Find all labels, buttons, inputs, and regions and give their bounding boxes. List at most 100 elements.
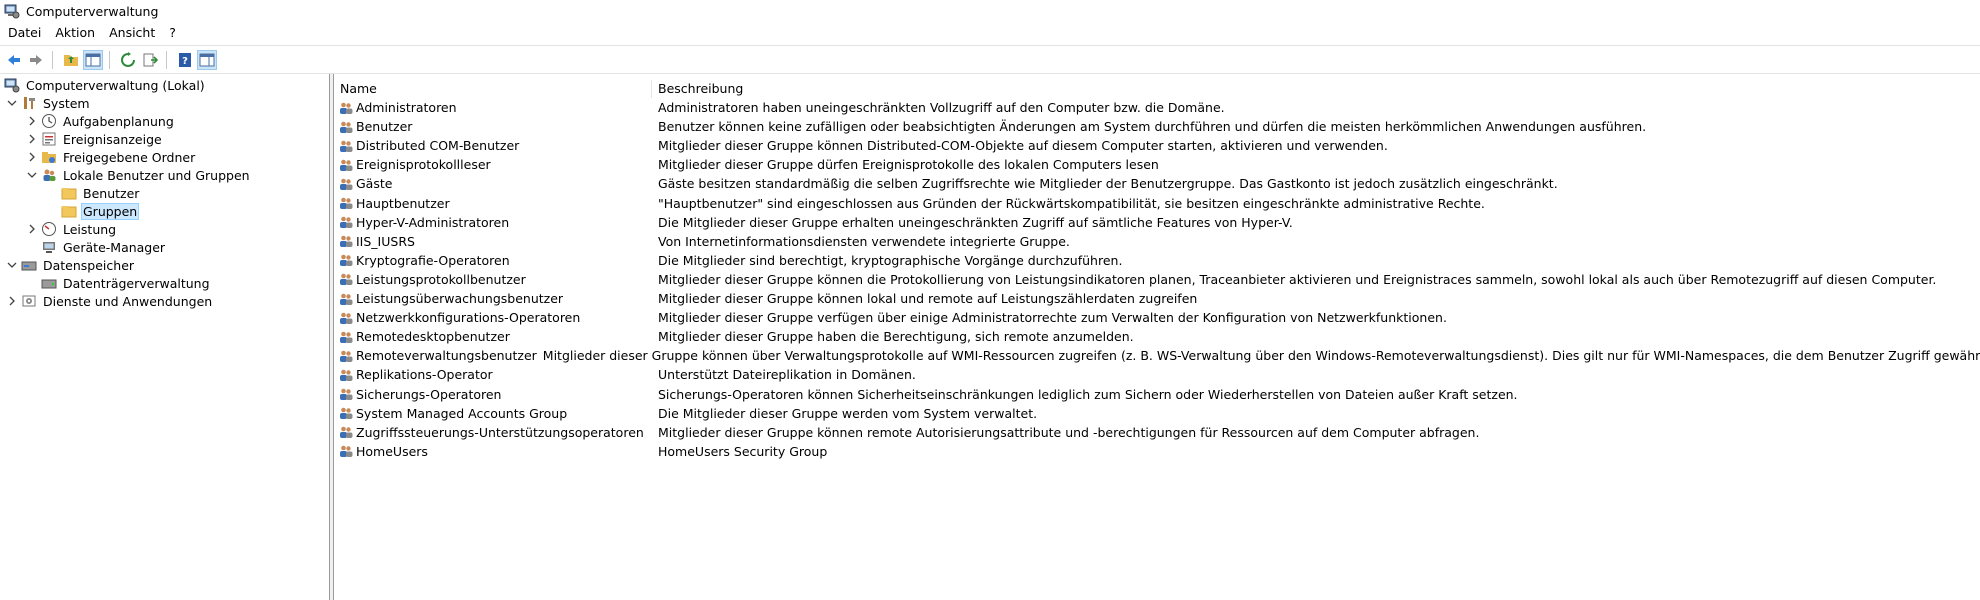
tree-label: Computerverwaltung (Lokal) (26, 77, 205, 93)
toolbar-separator (109, 50, 110, 69)
group-icon (338, 348, 354, 364)
tree-node-gruppen[interactable]: Gruppen (61, 202, 140, 220)
group-description: Mitglieder dieser Gruppe dürfen Ereignis… (658, 157, 1159, 173)
tree-node-leistung[interactable]: Leistung (26, 220, 118, 238)
tree-label: Datenspeicher (43, 257, 135, 273)
menu-ansicht[interactable]: Ansicht (102, 23, 162, 43)
up-folder-icon[interactable] (61, 50, 81, 70)
group-name-cell: Benutzer (334, 119, 652, 135)
group-name: Distributed COM-Benutzer (356, 138, 520, 154)
menu-aktion[interactable]: Aktion (48, 23, 102, 43)
list-item[interactable]: System Managed Accounts Group Die Mitglie… (334, 404, 1980, 423)
group-description: Administratoren haben uneingeschränkten … (658, 100, 1225, 115)
list-item[interactable]: Leistungsüberwachungsbenutzer Mitglieder … (334, 289, 1980, 308)
group-icon (338, 386, 354, 402)
group-icon (338, 443, 354, 459)
computer-management-icon (4, 77, 20, 93)
tree-node-freigegebene-ordner[interactable]: Freigegebene Ordner (26, 148, 197, 166)
list-item[interactable]: IIS_IUSRS Von Internetinformationsdienste… (334, 232, 1980, 251)
group-name: Administratoren (356, 100, 457, 115)
help-icon[interactable]: ? (175, 50, 195, 70)
tree-node-datenspeicher[interactable]: Datenspeicher (6, 256, 136, 274)
list-item[interactable]: HomeUsers HomeUsers Security Group (334, 442, 1980, 461)
group-description: Mitglieder dieser Gruppe verfügen über e… (658, 310, 1447, 326)
group-icon (338, 157, 354, 173)
chevron-right-icon[interactable] (26, 115, 38, 127)
show-hide-tree-icon[interactable] (83, 49, 103, 70)
group-name-cell: Leistungsüberwachungsbenutzer (334, 291, 652, 307)
tree-label: Gruppen (81, 202, 140, 220)
group-name-cell: IIS_IUSRS (334, 233, 652, 249)
group-icon (338, 233, 354, 249)
refresh-icon[interactable] (118, 50, 138, 70)
group-name: Leistungsüberwachungsbenutzer (356, 291, 564, 306)
tree-node-lokale-benutzer[interactable]: Lokale Benutzer und Gruppen (26, 166, 252, 184)
chevron-right-icon[interactable] (26, 151, 38, 163)
list-item[interactable]: Sicherungs-Operatoren Sicherungs-Operator… (334, 385, 1980, 404)
tree-node-datentraegerverwaltung[interactable]: Datenträgerverwaltung (41, 274, 212, 292)
list-item[interactable]: Ereignisprotokollleser Mitglieder dieser … (334, 155, 1980, 174)
chevron-down-icon[interactable] (6, 259, 18, 271)
services-icon (21, 293, 37, 309)
list-item[interactable]: Hauptbenutzer "Hauptbenutzer" sind einges… (334, 194, 1980, 213)
column-header-description[interactable]: Beschreibung (652, 80, 1952, 98)
group-name: Netzwerkkonfigurations-Operatoren (356, 310, 581, 326)
group-name: Leistungsprotokollbenutzer (356, 271, 526, 287)
chevron-right-icon[interactable] (6, 295, 18, 307)
tree-label: System (43, 95, 90, 111)
group-name: Hyper-V-Administratoren (356, 214, 510, 230)
list-item[interactable]: Benutzer Benutzer können keine zufälligen… (334, 117, 1980, 136)
group-description: Mitglieder dieser Gruppe können lokal un… (658, 291, 1198, 306)
group-name-cell: Netzwerkkonfigurations-Operatoren (334, 310, 652, 326)
group-name-cell: Ereignisprotokollleser (334, 157, 652, 173)
tree-node-root[interactable]: Computerverwaltung (Lokal) (4, 76, 207, 94)
tree-label: Datenträgerverwaltung (63, 275, 210, 291)
show-hide-action-pane-icon[interactable] (197, 49, 217, 70)
group-name: Hauptbenutzer (356, 195, 450, 211)
console-tree: Computerverwaltung (Lokal) System Aufgab… (0, 74, 330, 600)
column-header-name[interactable]: Name (334, 80, 652, 98)
group-name: Remotedesktopbenutzer (356, 329, 510, 345)
list-item[interactable]: Remoteverwaltungsbenutzer Mitglieder dies… (334, 346, 1980, 365)
tree-node-dienste[interactable]: Dienste und Anwendungen (6, 292, 214, 310)
list-item[interactable]: Leistungsprotokollbenutzer Mitglieder die… (334, 270, 1980, 289)
menu-datei[interactable]: Datei (0, 23, 48, 43)
list-item[interactable]: Remotedesktopbenutzer Mitglieder dieser G… (334, 327, 1980, 346)
tree-node-system[interactable]: System (6, 94, 92, 112)
list-item[interactable]: Kryptografie-Operatoren Die Mitglieder si… (334, 251, 1980, 270)
tree-node-ereignisanzeige[interactable]: Ereignisanzeige (26, 130, 164, 148)
group-description: Die Mitglieder dieser Gruppe werden vom … (658, 405, 1038, 421)
group-name-cell: HomeUsers (334, 443, 652, 459)
chevron-right-icon[interactable] (26, 223, 38, 235)
tree-node-geraete-manager[interactable]: Geräte-Manager (41, 238, 167, 256)
export-list-icon[interactable] (140, 50, 160, 70)
group-description: Unterstützt Dateireplikation in Domänen. (658, 367, 916, 383)
forward-icon[interactable] (26, 50, 46, 70)
menu-help[interactable]: ? (162, 23, 183, 43)
chevron-down-icon[interactable] (26, 169, 38, 181)
tree-label: Aufgabenplanung (63, 113, 174, 129)
list-item[interactable]: Zugriffssteuerungs-Unterstützungsoperato… (334, 423, 1980, 442)
title-bar: Computerverwaltung (0, 0, 1980, 22)
computer-management-icon (4, 3, 20, 19)
group-description: Sicherungs-Operatoren können Sicherheits… (658, 386, 1518, 402)
list-item[interactable]: Replikations-Operator Unterstützt Dateire… (334, 365, 1980, 384)
group-icon (338, 424, 354, 440)
tree-label: Geräte-Manager (63, 239, 166, 255)
tree-label: Benutzer (83, 185, 140, 201)
group-description: "Hauptbenutzer" sind eingeschlossen aus … (658, 195, 1485, 211)
chevron-down-icon[interactable] (6, 97, 18, 109)
list-item[interactable]: Netzwerkkonfigurations-Operatoren Mitglie… (334, 308, 1980, 327)
back-icon[interactable] (4, 50, 24, 70)
chevron-right-icon[interactable] (26, 133, 38, 145)
list-item[interactable]: Administratoren Administratoren haben une… (334, 98, 1980, 117)
group-description: Mitglieder dieser Gruppe haben die Berec… (658, 329, 1134, 345)
list-item[interactable]: Gäste Gäste besitzen standardmäßig die se… (334, 174, 1980, 193)
list-item[interactable]: Distributed COM-Benutzer Mitglieder diese… (334, 136, 1980, 155)
clock-icon (41, 113, 57, 129)
group-name: Remoteverwaltungsbenutzer (356, 348, 537, 364)
tree-node-aufgabenplanung[interactable]: Aufgabenplanung (26, 112, 176, 130)
tree-node-benutzer[interactable]: Benutzer (61, 184, 141, 202)
list-item[interactable]: Hyper-V-Administratoren Die Mitglieder di… (334, 213, 1980, 232)
group-icon (338, 367, 354, 383)
